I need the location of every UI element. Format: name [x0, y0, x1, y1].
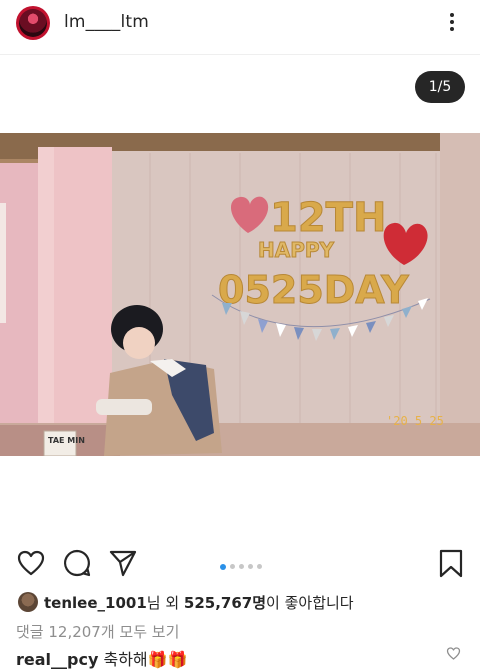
svg-text:HAPPY: HAPPY	[258, 238, 335, 262]
more-options-icon[interactable]	[446, 10, 458, 38]
svg-text:0525DAY: 0525DAY	[218, 268, 409, 312]
carousel-dot	[239, 564, 244, 569]
carousel-dot-active	[220, 563, 226, 570]
comment-text: 축하해🎁🎁	[98, 650, 188, 669]
likes-mid-text: 님 외	[146, 594, 184, 612]
header-divider	[0, 54, 480, 55]
view-all-comments-link[interactable]: 댓글 12,207개 모두 보기	[16, 621, 179, 642]
comment-username[interactable]: real__pcy	[16, 650, 98, 669]
carousel-counter: 1/5	[415, 71, 465, 103]
heart-outline-icon[interactable]	[16, 548, 46, 578]
liker-avatar	[18, 592, 38, 612]
avatar[interactable]	[16, 6, 50, 40]
table-sign-text: TAE MIN	[48, 436, 85, 445]
carousel-dot	[230, 564, 235, 569]
carousel-dot	[248, 564, 253, 569]
carousel-indicator	[218, 556, 264, 570]
likes-summary[interactable]: tenlee_1001님 외 525,767명이 좋아합니다	[18, 592, 354, 614]
paper-plane-icon[interactable]	[108, 548, 138, 578]
bookmark-icon[interactable]	[436, 548, 466, 578]
likes-tail-text: 이 좋아합니다	[266, 594, 354, 612]
speech-bubble-icon[interactable]	[62, 548, 92, 578]
avatar-image	[19, 9, 47, 37]
post-photo[interactable]: 12TH HAPPY 0525DAY TAE MIN '20 5 25	[0, 133, 480, 456]
svg-text:12TH: 12TH	[270, 195, 386, 241]
comment-like-icon[interactable]	[446, 646, 461, 661]
photo-date-stamp: '20 5 25	[386, 414, 444, 428]
post-username[interactable]: lm____ltm	[64, 12, 149, 32]
photo-scene: 12TH HAPPY 0525DAY TAE MIN '20 5 25	[0, 133, 480, 456]
liker-username[interactable]: tenlee_1001	[44, 594, 147, 612]
likes-count[interactable]: 525,767명	[184, 594, 266, 612]
comment-row: real__pcy 축하해🎁🎁	[16, 646, 187, 670]
post-header: lm____ltm	[0, 0, 480, 48]
carousel-dot	[257, 564, 262, 569]
